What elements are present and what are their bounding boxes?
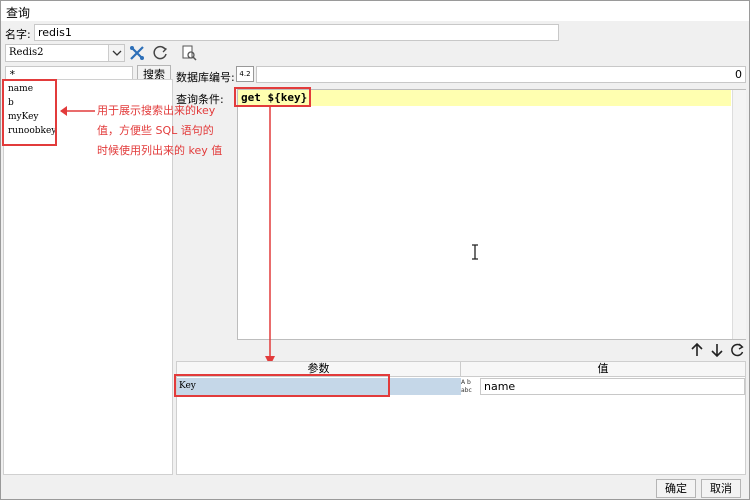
annotation-arrow-down-icon [265, 106, 275, 366]
ok-button[interactable]: 确定 [656, 479, 696, 498]
number-format-icon[interactable]: 4.2 [236, 66, 254, 82]
query-dialog: 查询 名字: redis1 Redis2 * 搜索 name b myKey r… [0, 0, 750, 500]
param-value-input[interactable]: name [480, 378, 745, 395]
tools-icon[interactable] [128, 44, 146, 62]
text-format-icon[interactable]: A b abc [461, 379, 479, 395]
annotation-line-3: 时候使用列出来的 key 值 [97, 144, 223, 157]
title-bar: 查询 [1, 1, 749, 21]
chevron-down-icon[interactable] [108, 45, 124, 61]
arrow-up-icon[interactable] [688, 341, 706, 359]
value-column-header[interactable]: 值 [461, 362, 745, 377]
vertical-scrollbar[interactable] [732, 90, 746, 339]
db-number-input[interactable]: 0 [256, 66, 746, 83]
current-line-highlight [238, 90, 731, 106]
window-title: 查询 [6, 6, 31, 20]
name-input[interactable]: redis1 [34, 24, 559, 41]
text-cursor-icon [472, 244, 478, 260]
annotation-line-2: 值，方便些 SQL 语句的 [97, 124, 214, 137]
name-label: 名字: [5, 28, 31, 41]
connection-select[interactable]: Redis2 [5, 44, 125, 62]
annotation-text: 用于展示搜索出来的key 值，方便些 SQL 语句的 时候使用列出来的 key … [97, 101, 222, 161]
reset-icon[interactable] [728, 341, 746, 359]
annotation-box-query [234, 87, 311, 107]
annotation-arrow-icon [60, 106, 95, 116]
refresh-icon[interactable] [152, 44, 170, 62]
arrow-down-icon[interactable] [708, 341, 726, 359]
search-document-icon[interactable] [180, 44, 198, 62]
annotation-box-param [174, 374, 390, 397]
cancel-button[interactable]: 取消 [701, 479, 741, 498]
annotation-box-keys [2, 79, 57, 146]
query-editor[interactable]: get ${key} [237, 89, 746, 340]
connection-select-value: Redis2 [9, 47, 44, 58]
db-number-label: 数据库编号: [176, 71, 235, 84]
query-label: 查询条件: [176, 93, 224, 106]
